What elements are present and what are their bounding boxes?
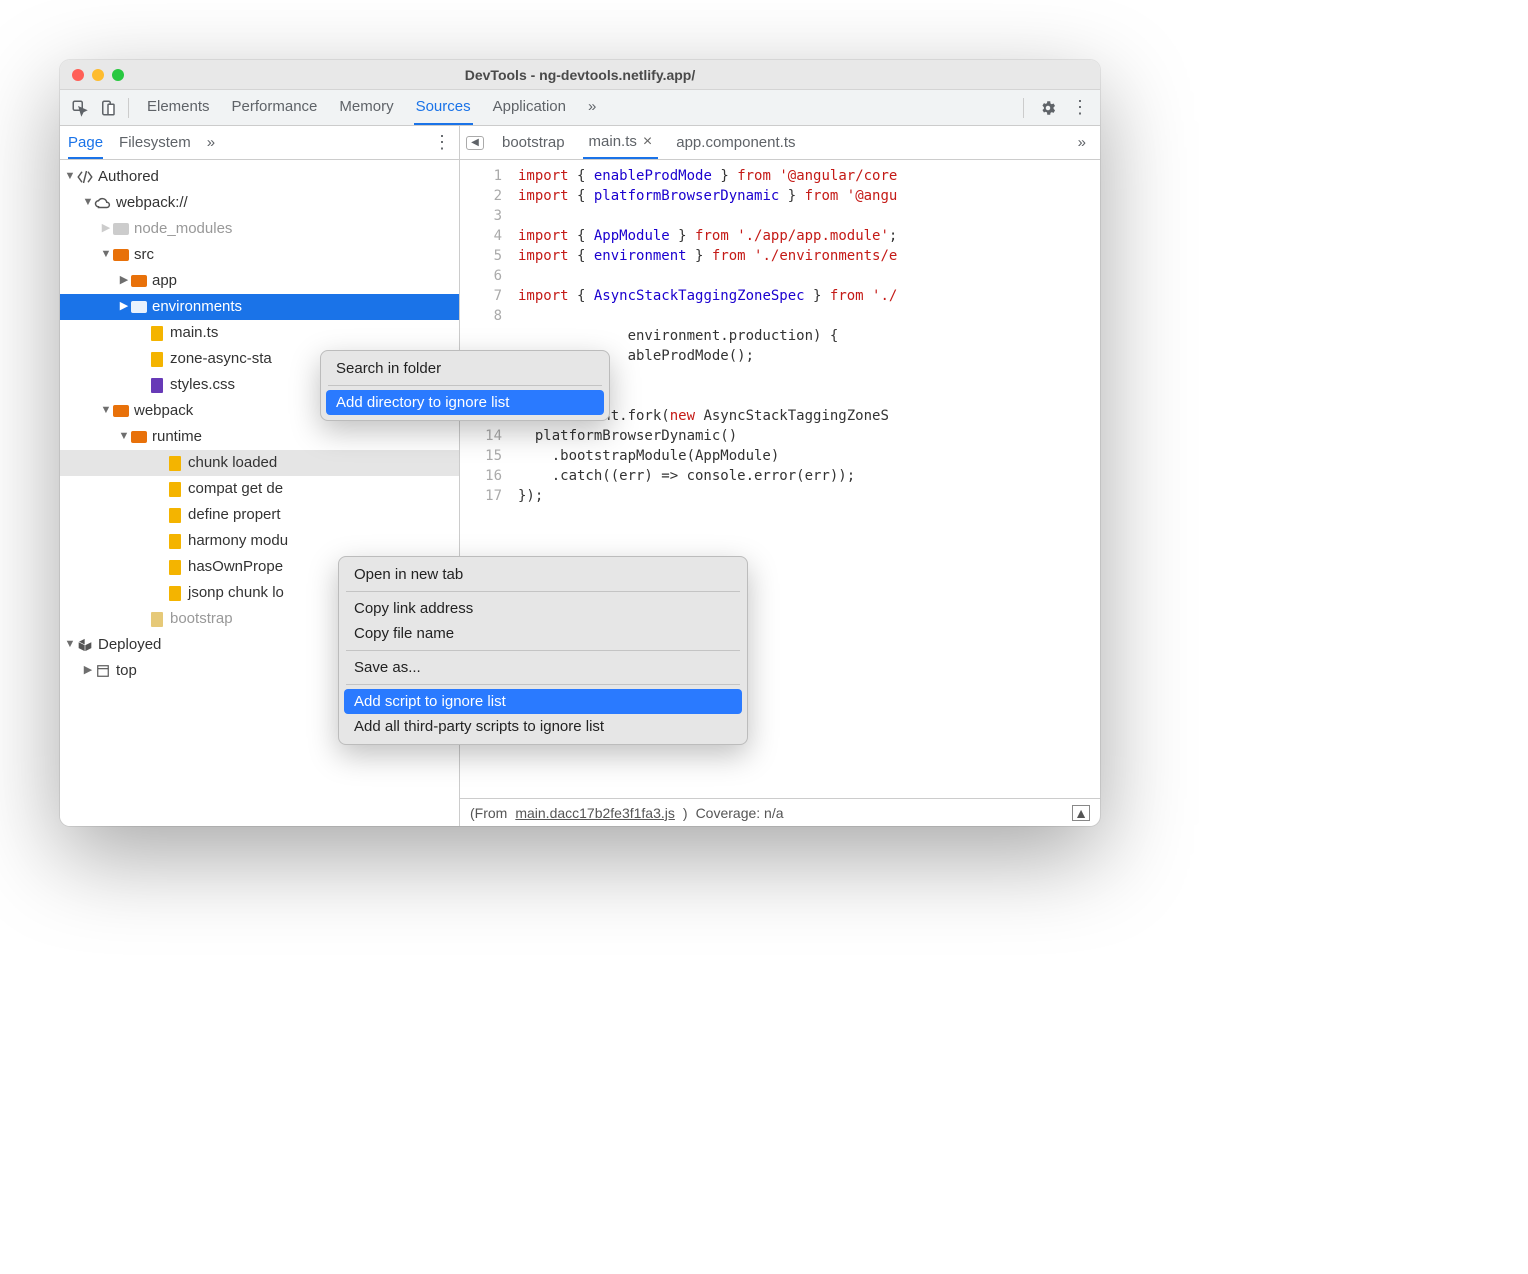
file-icon <box>166 558 184 576</box>
sidebar-tabs-overflow[interactable]: » <box>207 134 215 151</box>
device-toggle-icon[interactable] <box>96 96 120 120</box>
tree-main-ts[interactable]: main.ts <box>60 320 459 346</box>
menu-add-script-ignore[interactable]: Add script to ignore list <box>344 689 742 714</box>
tree-label: src <box>134 243 154 267</box>
tree-label: top <box>116 659 137 683</box>
zoom-window-button[interactable] <box>112 69 124 81</box>
menu-open-new-tab[interactable]: Open in new tab <box>344 562 742 587</box>
file-tabs: ◀ bootstrap main.ts × app.component.ts » <box>460 126 1100 160</box>
folder-icon <box>130 428 148 446</box>
sidebar-tabs: Page Filesystem » ⋮ <box>60 126 459 160</box>
tree-node-modules[interactable]: node_modules <box>60 216 459 242</box>
tabs-overflow[interactable]: » <box>586 90 598 125</box>
tree-label: compat get de <box>188 477 283 501</box>
tree-label: define propert <box>188 503 281 527</box>
menu-save-as[interactable]: Save as... <box>344 655 742 680</box>
tree-label: bootstrap <box>170 607 233 631</box>
code-brackets-icon <box>76 168 94 186</box>
frame-icon <box>94 662 112 680</box>
tab-application[interactable]: Application <box>491 90 568 125</box>
folder-icon <box>112 220 130 238</box>
tab-memory[interactable]: Memory <box>337 90 395 125</box>
file-tab-main-ts[interactable]: main.ts × <box>583 127 659 159</box>
tree-label: styles.css <box>170 373 235 397</box>
tree-app[interactable]: app <box>60 268 459 294</box>
tree-environments[interactable]: environments <box>60 294 459 320</box>
titlebar: DevTools - ng-devtools.netlify.app/ <box>60 60 1100 90</box>
folder-icon <box>112 402 130 420</box>
tree-label: runtime <box>152 425 202 449</box>
tree-label: chunk loaded <box>188 451 277 475</box>
close-icon[interactable]: × <box>643 133 652 151</box>
status-from: (From <box>470 805 507 821</box>
navigate-icon[interactable]: ◀ <box>466 136 484 150</box>
inspect-icon[interactable] <box>68 96 92 120</box>
cube-icon <box>76 636 94 654</box>
file-icon <box>166 532 184 550</box>
status-source-link[interactable]: main.dacc17b2fe3f1fa3.js <box>515 805 675 821</box>
minimize-window-button[interactable] <box>92 69 104 81</box>
tab-performance[interactable]: Performance <box>230 90 320 125</box>
kebab-icon[interactable]: ⋮ <box>1068 96 1092 120</box>
tree-label: hasOwnPrope <box>188 555 283 579</box>
tree-webpack-scheme[interactable]: webpack:// <box>60 190 459 216</box>
tree-label: jsonp chunk lo <box>188 581 284 605</box>
status-bar: (From main.dacc17b2fe3f1fa3.js) Coverage… <box>460 798 1100 826</box>
tree-chunk-loaded[interactable]: chunk loaded <box>60 450 459 476</box>
tree-label: Authored <box>98 165 159 189</box>
context-menu-folder: Search in folder Add directory to ignore… <box>320 350 610 421</box>
tree-compat-get[interactable]: compat get de <box>60 476 459 502</box>
tree-harmony[interactable]: harmony modu <box>60 528 459 554</box>
file-tabs-overflow[interactable]: » <box>1078 134 1086 151</box>
file-icon <box>166 480 184 498</box>
file-icon <box>148 350 166 368</box>
tree-label: main.ts <box>170 321 218 345</box>
tree-label: webpack <box>134 399 193 423</box>
tree-label: app <box>152 269 177 293</box>
toolbar: Elements Performance Memory Sources Appl… <box>60 90 1100 126</box>
folder-icon <box>130 298 148 316</box>
sidebar-tab-filesystem[interactable]: Filesystem <box>119 134 191 151</box>
file-tab-bootstrap[interactable]: bootstrap <box>496 128 571 157</box>
file-icon <box>148 610 166 628</box>
menu-copy-file-name[interactable]: Copy file name <box>344 621 742 646</box>
menu-add-all-third-party-ignore[interactable]: Add all third-party scripts to ignore li… <box>344 714 742 739</box>
tree-runtime[interactable]: runtime <box>60 424 459 450</box>
tree-label: Deployed <box>98 633 161 657</box>
tree-label: webpack:// <box>116 191 188 215</box>
window-title: DevTools - ng-devtools.netlify.app/ <box>60 67 1100 83</box>
gear-icon[interactable] <box>1036 96 1060 120</box>
tab-sources[interactable]: Sources <box>414 90 473 125</box>
file-tab-app-component[interactable]: app.component.ts <box>670 128 801 157</box>
tab-elements[interactable]: Elements <box>145 90 212 125</box>
menu-search-in-folder[interactable]: Search in folder <box>326 356 604 381</box>
folder-icon <box>112 246 130 264</box>
tree-src[interactable]: src <box>60 242 459 268</box>
sidebar-kebab-icon[interactable]: ⋮ <box>433 132 451 153</box>
close-window-button[interactable] <box>72 69 84 81</box>
context-menu-file: Open in new tab Copy link address Copy f… <box>338 556 748 745</box>
file-icon <box>148 376 166 394</box>
toggle-drawer-icon[interactable]: ▲ <box>1072 805 1090 821</box>
sidebar-tab-page[interactable]: Page <box>68 126 103 159</box>
tree-label: harmony modu <box>188 529 288 553</box>
tree-label: zone-async-sta <box>170 347 272 371</box>
status-coverage: Coverage: n/a <box>696 805 784 821</box>
folder-icon <box>130 272 148 290</box>
menu-add-directory-ignore[interactable]: Add directory to ignore list <box>326 390 604 415</box>
tree-label: environments <box>152 295 242 319</box>
file-icon <box>166 454 184 472</box>
cloud-icon <box>94 194 112 212</box>
menu-copy-link[interactable]: Copy link address <box>344 596 742 621</box>
tree-define-property[interactable]: define propert <box>60 502 459 528</box>
tree-authored[interactable]: Authored <box>60 164 459 190</box>
devtools-window: DevTools - ng-devtools.netlify.app/ Elem… <box>60 60 1100 826</box>
tree-label: node_modules <box>134 217 232 241</box>
file-icon <box>166 584 184 602</box>
file-icon <box>148 324 166 342</box>
file-icon <box>166 506 184 524</box>
